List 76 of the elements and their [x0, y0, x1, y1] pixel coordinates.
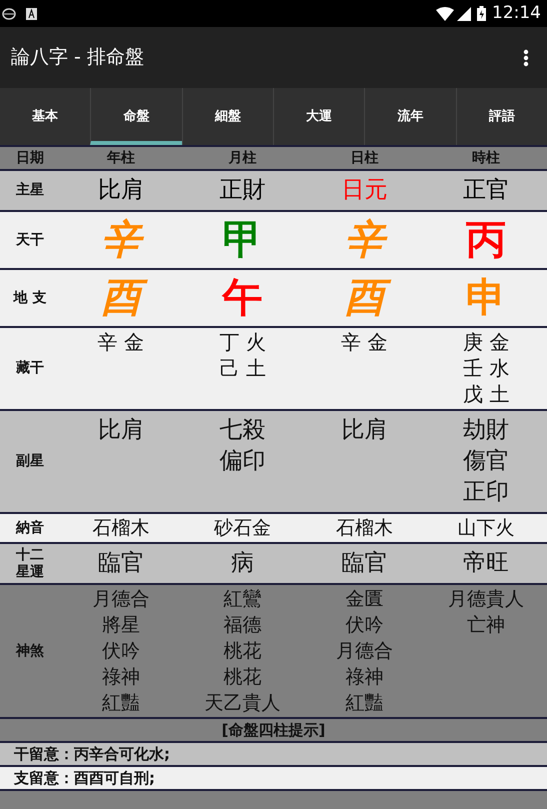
- row-label: 天干: [16, 230, 44, 250]
- table-cell-text: 比肩: [98, 176, 144, 205]
- signal-icon: [457, 6, 471, 20]
- column-header: 日柱: [350, 148, 378, 168]
- table-cell: 丁 火: [219, 329, 266, 355]
- table-cell-text: 申: [466, 274, 506, 323]
- table-cell: 壬 水: [462, 355, 510, 381]
- table-cell-text: 劫財: [463, 416, 510, 445]
- table-cell: 辛: [336, 213, 392, 267]
- row-label: 地 支: [14, 288, 46, 308]
- row-label: 主星: [16, 180, 44, 200]
- table-cell-text: 比肩: [98, 416, 144, 445]
- table-cell-text: 丙: [466, 216, 506, 265]
- table-cell-text: 病: [231, 549, 254, 578]
- table-cell: 己 土: [219, 355, 266, 381]
- table-cell-text: 紅豔: [345, 691, 384, 716]
- battery-icon: [477, 6, 486, 21]
- clock: 12:14: [492, 2, 541, 25]
- table-cell-text: 七殺: [220, 416, 266, 445]
- table-cell: 酉: [336, 271, 392, 325]
- row-label: 神煞: [16, 642, 44, 660]
- table-cell: 辛 金: [98, 329, 144, 355]
- table-cell-text: 比肩: [341, 416, 388, 445]
- column-header: 時柱: [472, 148, 500, 168]
- table-cell-text: 天乙貴人: [204, 691, 281, 716]
- table-cell-text: 紅豔: [102, 691, 140, 716]
- app-title: 論八字 - 排命盤: [11, 45, 145, 70]
- table-cell-text: 傷官: [463, 447, 510, 476]
- note-line: 支留意：酉酉可自刑;: [14, 768, 155, 789]
- table-cell-text: 將星: [102, 613, 140, 638]
- section-title: [命盤四柱提示]: [222, 720, 326, 741]
- table-cell-text: 正財: [220, 176, 266, 205]
- table-cell-text: 午: [222, 274, 263, 323]
- table-cell-text: 正官: [463, 176, 510, 205]
- tab[interactable]: 基本: [0, 88, 90, 145]
- table-cell: 庚 金: [462, 329, 510, 355]
- table-cell-text: 砂石金: [214, 516, 272, 541]
- table-cell-text: 帝旺: [463, 549, 510, 578]
- table-cell-text: 偏印: [220, 447, 266, 476]
- row-label: 十二星運: [15, 546, 45, 580]
- table-cell-text: 臨官: [98, 549, 144, 578]
- table-cell-text: 祿神: [345, 665, 384, 690]
- column-header: 月柱: [228, 148, 257, 168]
- table-cell-text: 甲: [222, 216, 263, 265]
- column-header: 日期: [16, 148, 44, 168]
- row-label: 藏干: [16, 359, 44, 378]
- table-cell-text: 月德合: [92, 587, 150, 612]
- table-cell-text: 伏吟: [345, 613, 384, 638]
- table-cell-text: 桃花: [224, 639, 262, 664]
- overflow-menu-icon[interactable]: [523, 48, 529, 66]
- table-cell: 戊 土: [462, 381, 510, 407]
- table-cell-text: 金匱: [345, 587, 384, 612]
- column-header: 年柱: [106, 148, 135, 168]
- app-icon: [26, 8, 37, 20]
- table-cell-text: 山下火: [458, 516, 515, 541]
- table-cell-text: 石榴木: [92, 516, 150, 541]
- table-cell-text: 亡神: [467, 613, 506, 638]
- table-cell-text: 福德: [224, 613, 262, 638]
- table-cell-text: 月德合: [336, 639, 393, 664]
- table-cell-text: 桃花: [224, 665, 262, 690]
- table-cell-text: 伏吟: [102, 639, 140, 664]
- table-cell-text: 石榴木: [336, 516, 393, 541]
- wifi-icon: [436, 6, 454, 20]
- table-cell-text: 臨官: [341, 549, 388, 578]
- table-cell-text: 正印: [463, 478, 510, 507]
- table-cell: 酉: [92, 271, 149, 325]
- notification-icon: [2, 8, 16, 20]
- table-cell: 辛 金: [341, 329, 388, 355]
- table-cell-text: 祿神: [102, 665, 140, 690]
- table-cell-text: 日元: [341, 176, 388, 205]
- row-label: 納音: [16, 518, 44, 538]
- note-line: 干留意：丙辛合可化水;: [14, 744, 170, 765]
- row-label: 副星: [16, 452, 44, 471]
- table-cell-text: 紅鸞: [224, 587, 262, 612]
- table-cell-text: 月德貴人: [448, 587, 524, 612]
- table-cell: 辛: [92, 213, 149, 267]
